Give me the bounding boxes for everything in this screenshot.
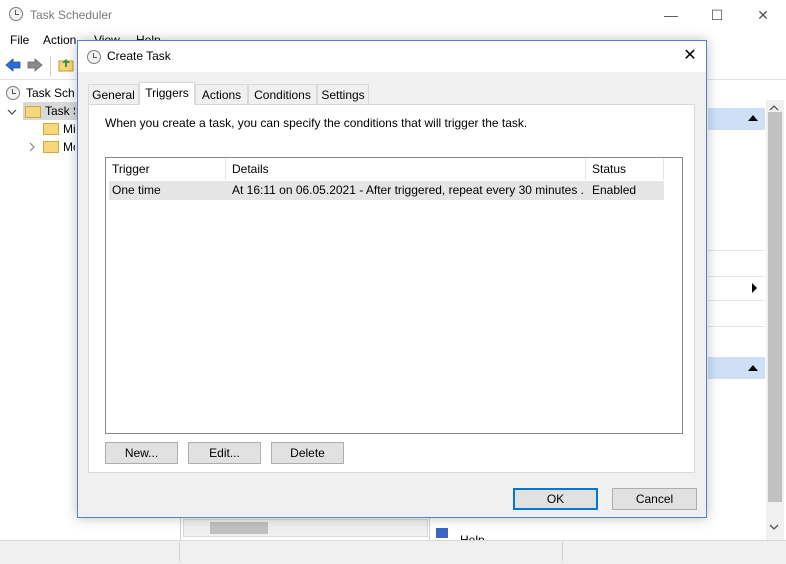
cell-trigger: One time (112, 183, 161, 197)
status-separator (562, 542, 563, 561)
edit-trigger-button[interactable]: Edit... (188, 442, 261, 464)
menu-action[interactable]: Action (43, 33, 76, 47)
tree-item-library[interactable]: Task Scheduler Library (45, 104, 75, 118)
dialog-title-bar: Create Task ✕ (78, 41, 706, 72)
scrollbar-thumb[interactable] (210, 522, 268, 534)
divider (429, 518, 430, 540)
cancel-button[interactable]: Cancel (612, 488, 697, 510)
cell-status: Enabled (592, 183, 637, 197)
cell-details: At 16:11 on 06.05.2021 - After triggered… (232, 183, 584, 197)
divider (708, 300, 765, 301)
triggers-description: When you create a task, you can specify … (105, 116, 528, 130)
status-separator (179, 542, 180, 561)
tab-conditions[interactable]: Conditions (248, 84, 317, 104)
triggers-list[interactable]: Trigger Details Status One time At 16:11… (105, 157, 683, 434)
clock-icon (6, 86, 20, 100)
new-trigger-button[interactable]: New... (105, 442, 178, 464)
create-task-dialog: Create Task ✕ General Triggers Actions C… (77, 40, 707, 518)
delete-trigger-button[interactable]: Delete (271, 442, 344, 464)
divider (708, 326, 765, 327)
tab-triggers[interactable]: Triggers (139, 82, 195, 105)
dialog-title: Create Task (107, 49, 171, 63)
chevron-right-icon[interactable] (27, 142, 37, 152)
chevron-down-icon[interactable] (7, 107, 17, 117)
scroll-down-icon[interactable] (769, 523, 779, 531)
main-title-bar: Task Scheduler — ☐ ✕ (0, 0, 786, 30)
main-window-title: Task Scheduler (30, 8, 113, 22)
tab-settings[interactable]: Settings (317, 84, 369, 104)
help-icon (436, 528, 448, 538)
scroll-up-icon[interactable] (769, 104, 779, 112)
submenu-arrow-icon[interactable] (752, 283, 757, 293)
help-action[interactable]: Help (460, 530, 485, 540)
clock-icon (87, 50, 101, 64)
ok-button[interactable]: OK (513, 488, 598, 510)
toolbar-separator (50, 56, 51, 76)
collapse-icon[interactable] (748, 115, 758, 121)
table-row[interactable]: One time At 16:11 on 06.05.2021 - After … (109, 181, 664, 200)
tree-item-root[interactable]: Task Scheduler (Local) (26, 86, 74, 100)
main-close-button[interactable]: ✕ (740, 0, 786, 30)
tab-general[interactable]: General (88, 84, 139, 104)
minimize-button[interactable]: — (648, 0, 694, 30)
folder-up-icon[interactable] (58, 57, 74, 73)
column-header-details[interactable]: Details (226, 158, 586, 180)
tab-actions[interactable]: Actions (195, 84, 248, 104)
folder-icon (43, 123, 59, 135)
tree-item-microsoft[interactable]: Microsoft (63, 122, 75, 136)
divider (708, 276, 765, 277)
maximize-button[interactable]: ☐ (694, 0, 740, 30)
clock-icon (9, 7, 23, 21)
arrow-right-icon[interactable] (27, 58, 43, 72)
folder-icon (25, 106, 41, 118)
column-header-status[interactable]: Status (586, 158, 664, 180)
arrow-left-icon[interactable] (5, 58, 21, 72)
triggers-tab-panel: When you create a task, you can specify … (88, 104, 695, 473)
divider (708, 250, 765, 251)
dialog-close-button[interactable]: ✕ (678, 45, 702, 67)
menu-file[interactable]: File (10, 33, 29, 47)
collapse-icon[interactable] (748, 365, 758, 371)
column-header-trigger[interactable]: Trigger (106, 158, 226, 180)
scrollbar-thumb[interactable] (768, 112, 782, 502)
status-bar (0, 540, 786, 564)
tree-item-mozilla[interactable]: Mozilla (63, 140, 75, 154)
folder-icon (43, 141, 59, 153)
